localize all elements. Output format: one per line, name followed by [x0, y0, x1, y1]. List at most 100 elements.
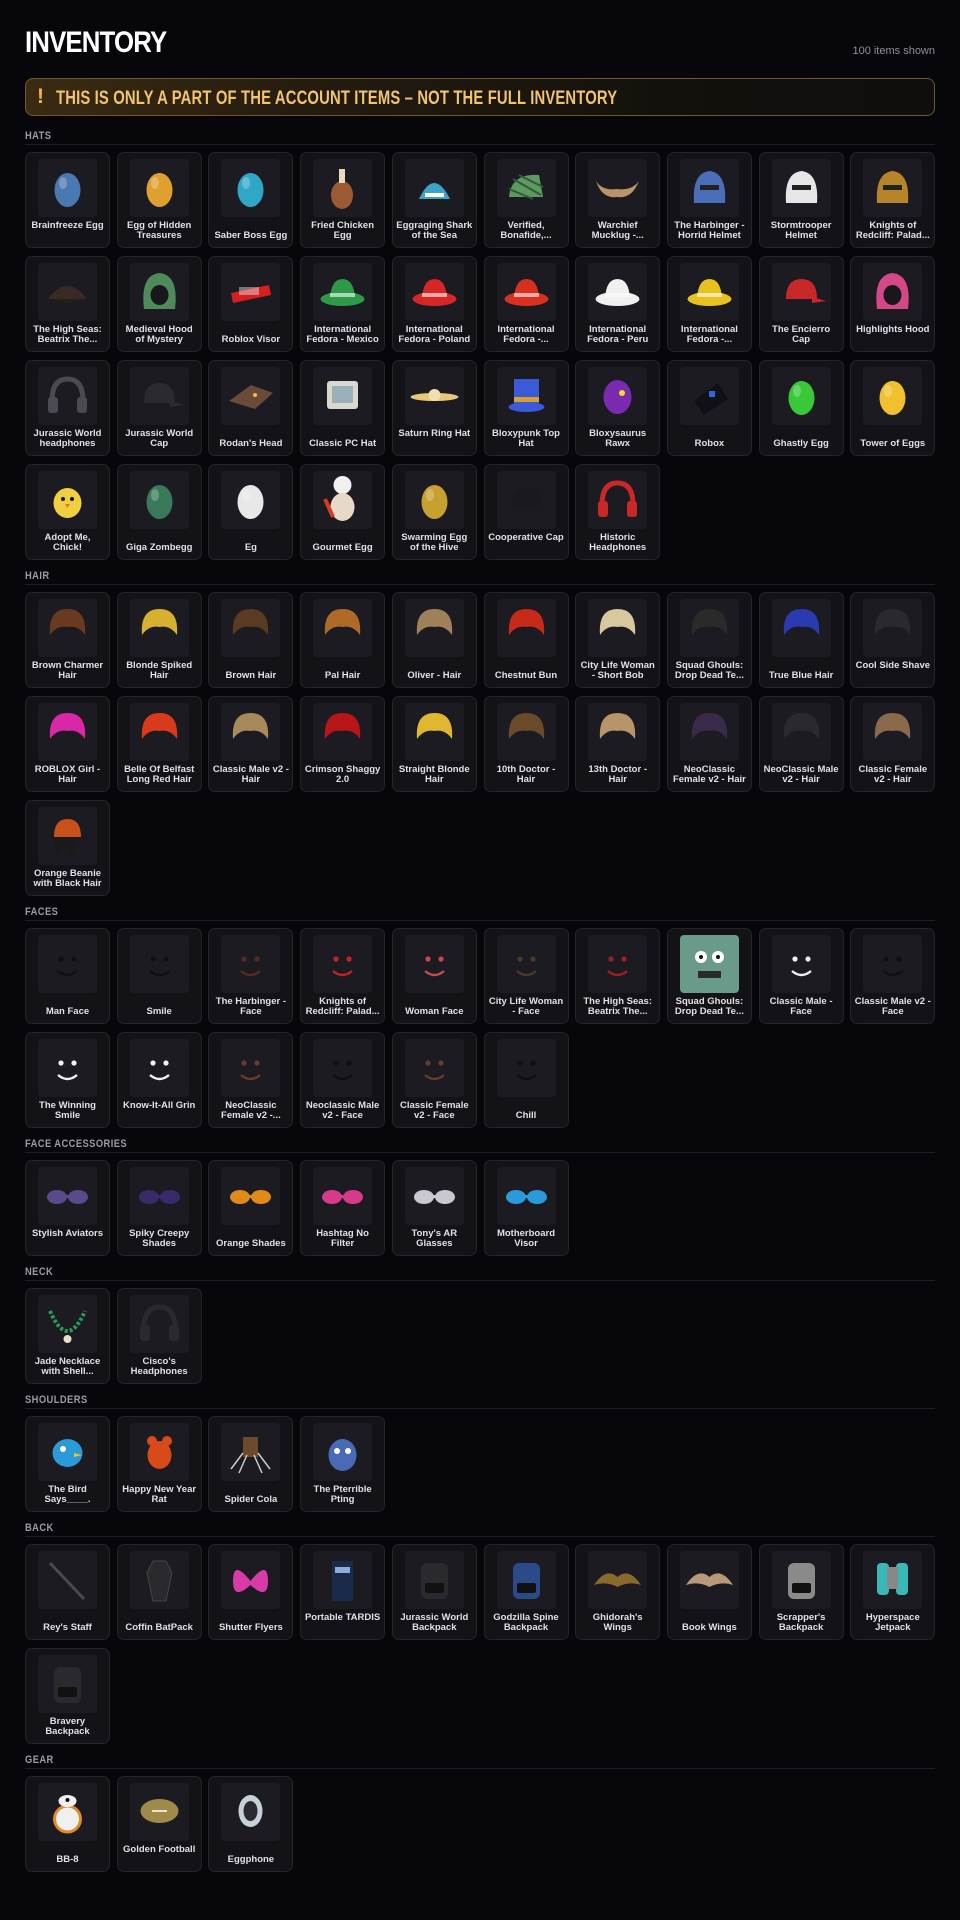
inventory-item-card[interactable]: Cooperative Cap — [483, 464, 569, 560]
inventory-item-card[interactable]: Robox — [666, 360, 752, 456]
inventory-item-card[interactable]: The Harbinger - Horrid Helmet — [666, 152, 752, 248]
inventory-item-card[interactable]: Jurassic World Cap — [116, 360, 202, 456]
inventory-item-card[interactable]: Cool Side Shave — [850, 592, 936, 688]
inventory-item-card[interactable]: Crimson Shaggy 2.0 — [300, 696, 386, 792]
inventory-item-card[interactable]: Roblox Visor — [208, 256, 294, 352]
inventory-item-card[interactable]: Classic Male - Face — [758, 928, 844, 1024]
inventory-item-card[interactable]: Chill — [483, 1032, 569, 1128]
inventory-item-card[interactable]: Tony's AR Glasses — [391, 1160, 477, 1256]
inventory-item-card[interactable]: Saturn Ring Hat — [391, 360, 477, 456]
inventory-item-card[interactable]: Classic PC Hat — [300, 360, 386, 456]
inventory-item-card[interactable]: Shutter Flyers — [208, 1544, 294, 1640]
inventory-item-card[interactable]: The High Seas: Beatrix The... — [575, 928, 661, 1024]
inventory-item-card[interactable]: Godzilla Spine Backpack — [483, 1544, 569, 1640]
inventory-item-card[interactable]: The Encierro Cap — [758, 256, 844, 352]
inventory-item-card[interactable]: Motherboard Visor — [483, 1160, 569, 1256]
inventory-item-card[interactable]: NeoClassic Female v2 -... — [208, 1032, 294, 1128]
inventory-item-card[interactable]: Warchief Mucklug -... — [575, 152, 661, 248]
inventory-item-card[interactable]: True Blue Hair — [758, 592, 844, 688]
inventory-item-card[interactable]: Golden Football — [116, 1776, 202, 1872]
inventory-item-card[interactable]: International Fedora - Poland — [391, 256, 477, 352]
inventory-item-card[interactable]: Smile — [116, 928, 202, 1024]
inventory-item-card[interactable]: Giga Zombegg — [116, 464, 202, 560]
inventory-item-card[interactable]: Brainfreeze Egg — [25, 152, 110, 248]
inventory-item-card[interactable]: Historic Headphones — [575, 464, 661, 560]
inventory-item-card[interactable]: The High Seas: Beatrix The... — [25, 256, 110, 352]
inventory-item-card[interactable]: Brown Hair — [208, 592, 294, 688]
inventory-item-card[interactable]: Highlights Hood — [850, 256, 936, 352]
inventory-item-card[interactable]: The Harbinger - Face — [208, 928, 294, 1024]
inventory-item-card[interactable]: Chestnut Bun — [483, 592, 569, 688]
inventory-item-card[interactable]: Bloxysaurus Rawx — [575, 360, 661, 456]
inventory-item-card[interactable]: Jade Necklace with Shell... — [25, 1288, 110, 1384]
inventory-item-card[interactable]: Hyperspace Jetpack — [850, 1544, 936, 1640]
inventory-item-card[interactable]: Neoclassic Male v2 - Face — [300, 1032, 386, 1128]
inventory-item-card[interactable]: Spider Cola — [208, 1416, 294, 1512]
inventory-item-card[interactable]: Know-It-All Grin — [116, 1032, 202, 1128]
inventory-item-card[interactable]: Cisco's Headphones — [116, 1288, 202, 1384]
inventory-item-card[interactable]: Belle Of Belfast Long Red Hair — [116, 696, 202, 792]
inventory-item-card[interactable]: Verified, Bonafide,... — [483, 152, 569, 248]
inventory-item-card[interactable]: Brown Charmer Hair — [25, 592, 110, 688]
inventory-item-card[interactable]: Rey's Staff — [25, 1544, 110, 1640]
inventory-item-card[interactable]: Orange Beanie with Black Hair — [25, 800, 110, 896]
inventory-item-card[interactable]: Book Wings — [666, 1544, 752, 1640]
inventory-item-card[interactable]: Egg of Hidden Treasures — [116, 152, 202, 248]
inventory-item-card[interactable]: Knights of Redcliff: Palad... — [300, 928, 386, 1024]
inventory-item-card[interactable]: Adopt Me, Chick! — [25, 464, 110, 560]
inventory-item-card[interactable]: Classic Male v2 - Hair — [208, 696, 294, 792]
inventory-item-card[interactable]: Medieval Hood of Mystery — [116, 256, 202, 352]
inventory-item-card[interactable]: Tower of Eggs — [850, 360, 936, 456]
inventory-item-card[interactable]: Jurassic World Backpack — [391, 1544, 477, 1640]
inventory-item-card[interactable]: The Pterrible Pting — [300, 1416, 386, 1512]
inventory-item-card[interactable]: The Bird Says____. — [25, 1416, 110, 1512]
inventory-item-card[interactable]: Straight Blonde Hair — [391, 696, 477, 792]
inventory-item-card[interactable]: Oliver - Hair — [391, 592, 477, 688]
inventory-item-card[interactable]: Classic Female v2 - Face — [391, 1032, 477, 1128]
inventory-item-card[interactable]: Gourmet Egg — [300, 464, 386, 560]
inventory-item-card[interactable]: International Fedora -... — [483, 256, 569, 352]
inventory-item-card[interactable]: The Winning Smile — [25, 1032, 110, 1128]
inventory-item-card[interactable]: Fried Chicken Egg — [300, 152, 386, 248]
inventory-item-card[interactable]: Blonde Spiked Hair — [116, 592, 202, 688]
inventory-item-card[interactable]: Jurassic World headphones — [25, 360, 110, 456]
inventory-item-card[interactable]: ROBLOX Girl - Hair — [25, 696, 110, 792]
inventory-item-card[interactable]: Squad Ghouls: Drop Dead Te... — [666, 592, 752, 688]
inventory-item-card[interactable]: Bravery Backpack — [25, 1648, 110, 1744]
inventory-item-card[interactable]: 10th Doctor - Hair — [483, 696, 569, 792]
inventory-item-card[interactable]: Orange Shades — [208, 1160, 294, 1256]
inventory-item-card[interactable]: Bloxypunk Top Hat — [483, 360, 569, 456]
inventory-item-card[interactable]: Coffin BatPack — [116, 1544, 202, 1640]
inventory-item-card[interactable]: Woman Face — [391, 928, 477, 1024]
inventory-item-card[interactable]: Ghastly Egg — [758, 360, 844, 456]
inventory-item-card[interactable]: Hashtag No Filter — [300, 1160, 386, 1256]
inventory-item-card[interactable]: 13th Doctor - Hair — [575, 696, 661, 792]
inventory-item-card[interactable]: NeoClassic Male v2 - Hair — [758, 696, 844, 792]
inventory-item-card[interactable]: Rodan's Head — [208, 360, 294, 456]
inventory-item-card[interactable]: International Fedora - Mexico — [300, 256, 386, 352]
inventory-item-card[interactable]: NeoClassic Female v2 - Hair — [666, 696, 752, 792]
inventory-item-card[interactable]: Spiky Creepy Shades — [116, 1160, 202, 1256]
inventory-item-card[interactable]: Swarming Egg of the Hive — [391, 464, 477, 560]
inventory-item-card[interactable]: Classic Female v2 - Hair — [850, 696, 936, 792]
inventory-item-card[interactable]: Stormtrooper Helmet — [758, 152, 844, 248]
inventory-item-card[interactable]: Eggraging Shark of the Sea — [391, 152, 477, 248]
inventory-item-card[interactable]: Pal Hair — [300, 592, 386, 688]
inventory-item-card[interactable]: Ghidorah's Wings — [575, 1544, 661, 1640]
inventory-item-card[interactable]: International Fedora -... — [666, 256, 752, 352]
inventory-item-card[interactable]: International Fedora - Peru — [575, 256, 661, 352]
inventory-item-card[interactable]: Squad Ghouls: Drop Dead Te... — [666, 928, 752, 1024]
inventory-item-card[interactable]: Saber Boss Egg — [208, 152, 294, 248]
inventory-item-card[interactable]: Eggphone — [208, 1776, 294, 1872]
inventory-item-card[interactable]: Knights of Redcliff: Palad... — [850, 152, 936, 248]
inventory-item-card[interactable]: City Life Woman - Short Bob — [575, 592, 661, 688]
inventory-item-card[interactable]: Happy New Year Rat — [116, 1416, 202, 1512]
inventory-item-card[interactable]: Stylish Aviators — [25, 1160, 110, 1256]
inventory-item-card[interactable]: Man Face — [25, 928, 110, 1024]
inventory-item-card[interactable]: Scrapper's Backpack — [758, 1544, 844, 1640]
inventory-item-card[interactable]: City Life Woman - Face — [483, 928, 569, 1024]
inventory-item-card[interactable]: Portable TARDIS — [300, 1544, 386, 1640]
inventory-item-card[interactable]: Classic Male v2 - Face — [850, 928, 936, 1024]
inventory-item-card[interactable]: BB-8 — [25, 1776, 110, 1872]
inventory-item-card[interactable]: Eg — [208, 464, 294, 560]
